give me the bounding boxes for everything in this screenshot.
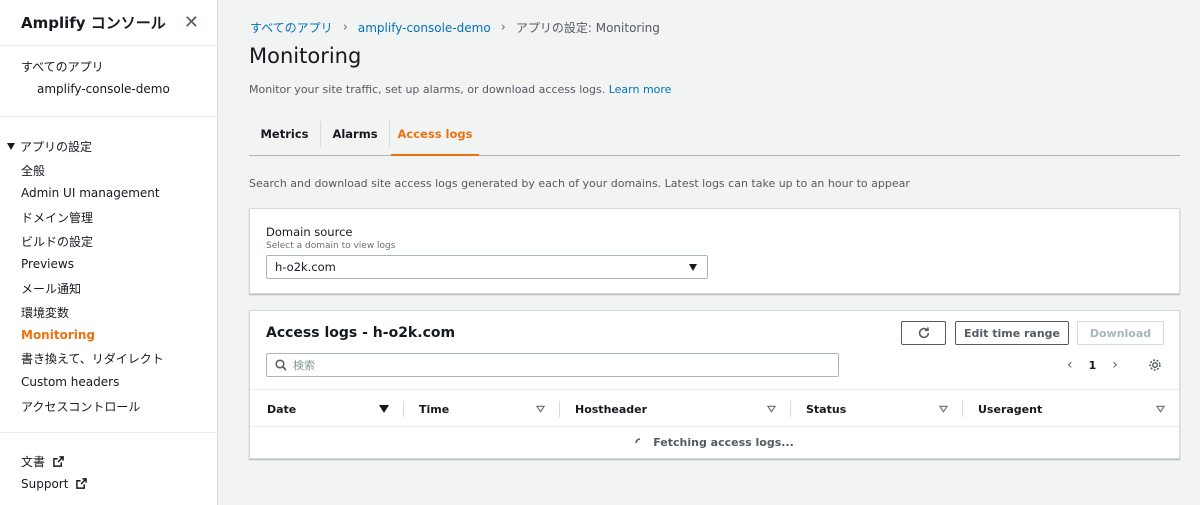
sidebar-item-general[interactable]: 全般 (21, 162, 45, 179)
sidebar-link-label: 文書 (21, 455, 46, 469)
sidebar-item-email-notifications[interactable]: メール通知 (21, 280, 81, 297)
tab-metrics[interactable]: Metrics (249, 113, 320, 155)
column-header-time[interactable]: Time (419, 390, 449, 428)
column-header-date[interactable]: Date (267, 390, 296, 428)
divider (0, 116, 218, 117)
sidebar-header: Amplify コンソール ✕ (0, 0, 217, 46)
column-divider (790, 401, 791, 417)
spinner-icon (635, 437, 641, 443)
caret-down-icon (7, 143, 15, 150)
side-navigation: Amplify コンソール ✕ すべてのアプリ amplify-console-… (0, 0, 218, 505)
column-header-status[interactable]: Status (806, 390, 846, 428)
search-input[interactable] (293, 358, 793, 372)
table-title: Access logs - h-o2k.com (266, 325, 456, 341)
sidebar-section-app-settings[interactable]: アプリの設定 (7, 138, 92, 155)
next-page-icon[interactable]: › (1112, 357, 1118, 373)
sidebar-item-custom-headers[interactable]: Custom headers (21, 375, 119, 389)
domain-source-description: Select a domain to view logs (266, 241, 396, 251)
sidebar-section-label: アプリの設定 (20, 140, 93, 154)
search-field[interactable] (266, 353, 839, 377)
access-logs-description: Search and download site access logs gen… (249, 177, 910, 190)
sort-icon[interactable] (1156, 405, 1165, 413)
sidebar-item-build-settings[interactable]: ビルドの設定 (21, 233, 93, 250)
column-divider (559, 401, 560, 417)
sort-icon[interactable] (767, 405, 776, 413)
table-header-row: Date Time Hostheader Status Useragent (250, 389, 1179, 427)
sort-icon[interactable] (536, 405, 545, 413)
external-link-icon (76, 478, 88, 489)
breadcrumb-current: アプリの設定: Monitoring (515, 21, 660, 35)
sidebar-item-rewrites-redirects[interactable]: 書き換えて、リダイレクト (21, 350, 164, 367)
chevron-right-icon: › (500, 20, 506, 35)
domain-source-value: h-o2k.com (275, 260, 336, 274)
column-header-hostheader[interactable]: Hostheader (575, 390, 647, 428)
tab-alarms[interactable]: Alarms (321, 113, 389, 155)
tab-bar: Metrics Alarms Access logs (249, 113, 1180, 156)
gear-icon[interactable] (1148, 358, 1162, 372)
download-button[interactable]: Download (1077, 321, 1164, 345)
current-page-number[interactable]: 1 (1089, 359, 1097, 372)
column-divider (962, 401, 963, 417)
previous-page-icon[interactable]: ‹ (1067, 357, 1073, 373)
close-icon[interactable]: ✕ (184, 12, 199, 33)
sidebar-link-app[interactable]: amplify-console-demo (37, 82, 170, 96)
sidebar-title: Amplify コンソール (21, 14, 166, 32)
external-link-icon (53, 456, 64, 467)
learn-more-link[interactable]: Learn more (609, 83, 672, 96)
domain-source-label: Domain source (266, 225, 353, 239)
sidebar-item-environment-variables[interactable]: 環境変数 (21, 304, 69, 321)
edit-time-range-button[interactable]: Edit time range (955, 321, 1069, 345)
pagination: ‹ 1 › (1067, 357, 1118, 373)
loading-status: Fetching access logs... (250, 427, 1179, 458)
sidebar-link-label: Support (21, 477, 69, 491)
sort-descending-icon[interactable] (379, 405, 389, 413)
chevron-right-icon: › (342, 20, 348, 35)
sidebar-link-all-apps[interactable]: すべてのアプリ (21, 58, 104, 75)
tab-access-logs[interactable]: Access logs (391, 113, 479, 156)
page-description: Monitor your site traffic, set up alarms… (249, 83, 671, 96)
page-description-text: Monitor your site traffic, set up alarms… (249, 83, 606, 96)
domain-source-panel: Domain source Select a domain to view lo… (249, 208, 1180, 294)
access-logs-table-panel: Access logs - h-o2k.com Edit time range … (249, 310, 1180, 459)
tab-divider (389, 121, 390, 147)
sidebar-item-domain-management[interactable]: ドメイン管理 (21, 209, 93, 226)
refresh-icon (918, 327, 929, 339)
sidebar-item-admin-ui[interactable]: Admin UI management (21, 186, 160, 200)
sort-icon[interactable] (939, 405, 948, 413)
sidebar-item-previews[interactable]: Previews (21, 257, 74, 271)
sidebar-item-access-control[interactable]: アクセスコントロール (21, 398, 140, 415)
breadcrumb-all-apps[interactable]: すべてのアプリ (250, 19, 333, 36)
domain-source-select[interactable]: h-o2k.com (266, 255, 708, 279)
dropdown-caret-icon (689, 264, 697, 271)
loading-text: Fetching access logs... (653, 436, 794, 449)
divider (0, 432, 218, 433)
column-header-useragent[interactable]: Useragent (978, 390, 1042, 428)
sidebar-link-documentation[interactable]: 文書 (21, 453, 64, 470)
breadcrumb: すべてのアプリ › amplify-console-demo › アプリの設定:… (250, 19, 660, 36)
column-divider (403, 401, 404, 417)
sidebar-link-support[interactable]: Support (21, 477, 88, 491)
refresh-button[interactable] (901, 321, 946, 345)
page-title: Monitoring (249, 44, 362, 68)
search-icon (275, 359, 287, 371)
breadcrumb-app[interactable]: amplify-console-demo (358, 21, 491, 35)
sidebar-item-monitoring[interactable]: Monitoring (21, 328, 95, 342)
